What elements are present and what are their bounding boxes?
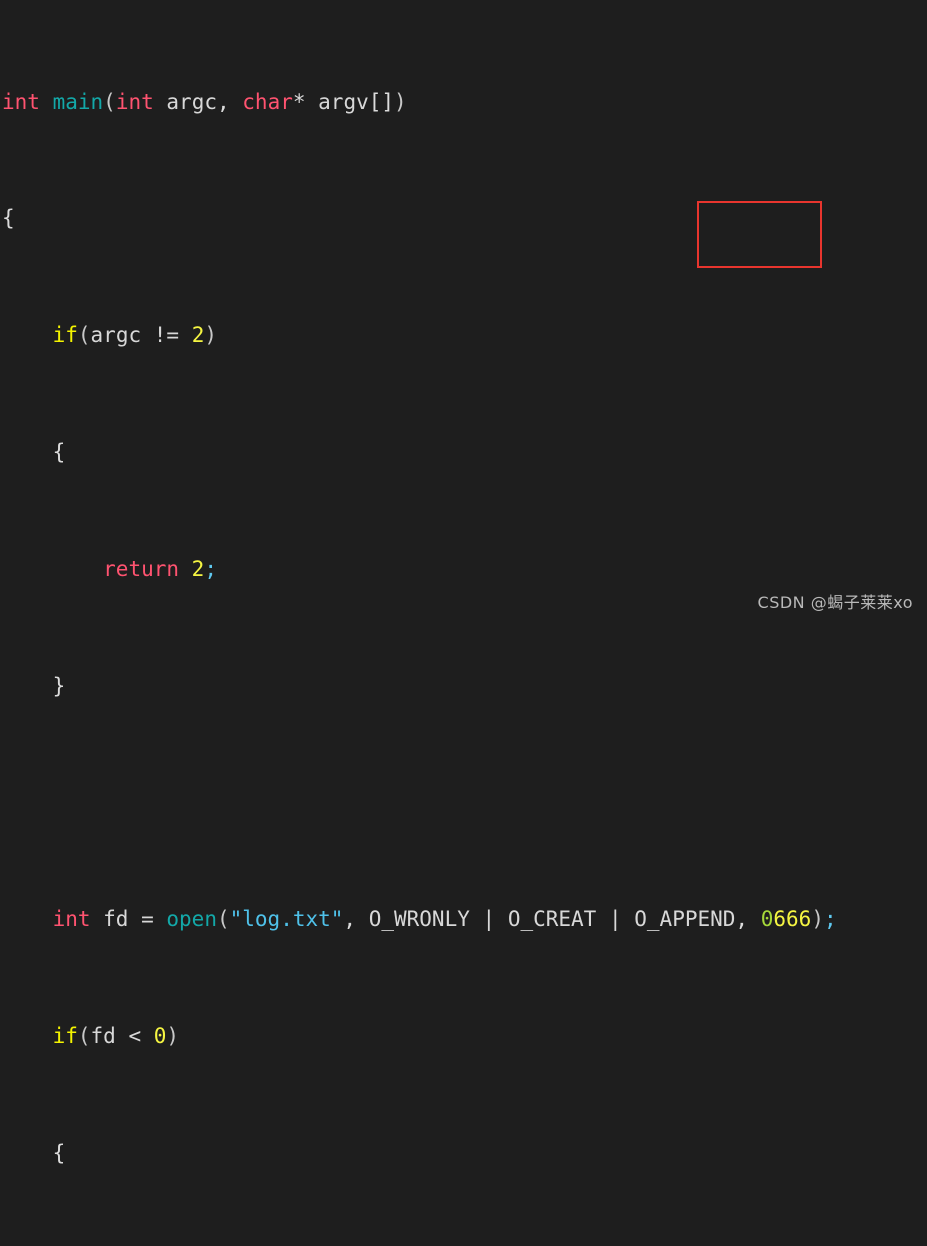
code-line-7-blank [0, 788, 927, 817]
identifier-fd: fd [90, 907, 142, 932]
code-line-6: } [0, 672, 927, 701]
keyword-char: char [242, 89, 293, 114]
brace-close: } [52, 673, 66, 698]
keyword-int-param: int [115, 89, 154, 114]
keyword-int: int [52, 907, 91, 932]
comma: , [735, 907, 761, 932]
function-main: main [52, 89, 104, 114]
brace-open: { [52, 1140, 66, 1165]
operator-not-equal: != [141, 323, 192, 348]
identifier-fd: fd [90, 1023, 129, 1048]
code-line-1: int main(int argc, char* argv[]) [0, 88, 927, 117]
macro-o-append: O_APPEND [634, 907, 736, 932]
operator-bitwise-or: | [596, 907, 635, 932]
paren-close: ) [204, 323, 217, 348]
code-editor[interactable]: int main(int argc, char* argv[]) { if(ar… [0, 0, 927, 1165]
code-line-8: int fd = open("log.txt", O_WRONLY | O_CR… [0, 905, 927, 934]
operator-bitwise-or: | [469, 907, 508, 932]
keyword-if: if [52, 1023, 78, 1048]
watermark-text: CSDN @蝎子莱莱xo [757, 593, 913, 612]
paren-close: ) [811, 907, 824, 932]
identifier-argc: argc [90, 323, 142, 348]
function-open: open [166, 907, 217, 932]
identifier-argv: argv [305, 89, 369, 114]
octal-prefix-zero: 0 [760, 907, 774, 932]
operator-less-than: < [128, 1023, 154, 1048]
paren-open: ( [77, 323, 91, 348]
code-line-9: if(fd < 0) [0, 1022, 927, 1051]
code-line-10: { [0, 1139, 927, 1168]
code-line-4: { [0, 438, 927, 467]
brackets: [] [368, 89, 395, 114]
source-code-text[interactable]: int main(int argc, char* argv[]) { if(ar… [0, 0, 927, 1165]
code-line-2: { [0, 204, 927, 233]
string-literal-logtxt: "log.txt" [229, 907, 344, 932]
brace-open: { [2, 206, 15, 231]
keyword-return: return [103, 556, 180, 581]
paren-open: ( [103, 89, 116, 114]
macro-o-wronly: O_WRONLY [368, 907, 470, 932]
code-line-3: if(argc != 2) [0, 321, 927, 350]
code-line-5: return 2; [0, 555, 927, 584]
paren-open: ( [77, 1023, 91, 1048]
operator-star: * [292, 89, 306, 114]
paren-close: ) [166, 1023, 180, 1048]
keyword-if: if [52, 323, 78, 348]
identifier-argc: argc [153, 89, 217, 114]
number-literal: 2 [191, 323, 205, 348]
macro-o-creat: O_CREAT [507, 907, 597, 932]
number-literal-666: 666 [773, 907, 812, 932]
semicolon: ; [823, 907, 837, 932]
brace-open: { [52, 440, 66, 464]
number-literal: 2 [179, 556, 205, 581]
keyword-int: int [2, 89, 40, 114]
comma: , [216, 89, 243, 114]
paren-open: ( [216, 907, 230, 932]
operator-assign: = [141, 907, 167, 932]
paren-close: ) [394, 89, 407, 114]
semicolon: ; [204, 556, 217, 581]
number-literal: 0 [153, 1023, 167, 1048]
comma: , [343, 907, 369, 932]
